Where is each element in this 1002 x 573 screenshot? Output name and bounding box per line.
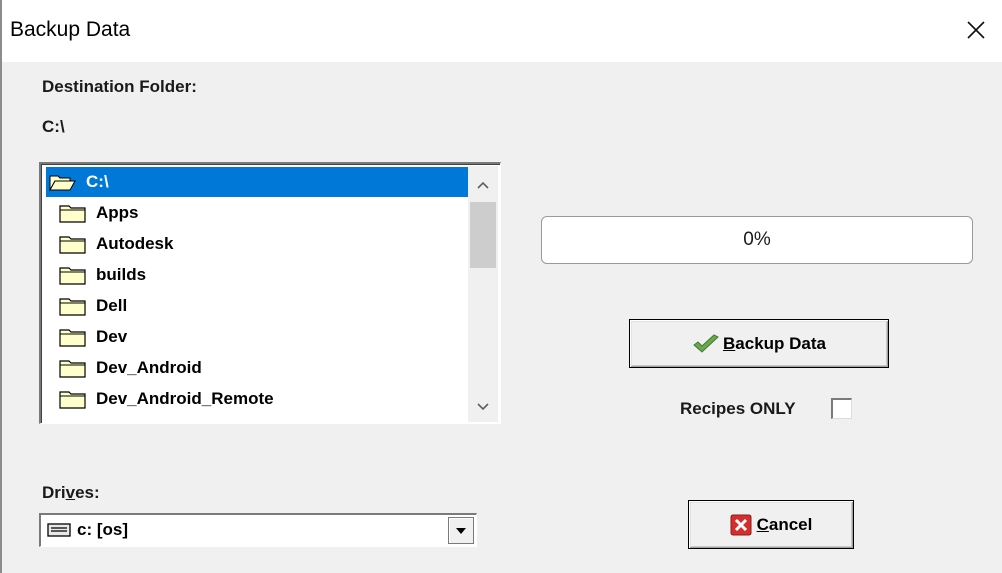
scroll-down-button[interactable] bbox=[468, 392, 498, 422]
drive-icon bbox=[47, 523, 71, 537]
recipes-only-checkbox[interactable] bbox=[831, 398, 852, 419]
drives-label: Drives: bbox=[42, 483, 100, 502]
chevron-up-icon bbox=[477, 181, 489, 189]
destination-path: C:\ bbox=[42, 117, 65, 136]
folder-icon bbox=[59, 329, 86, 347]
open-folder-icon bbox=[49, 175, 76, 192]
scroll-up-button[interactable] bbox=[468, 170, 498, 200]
list-item[interactable]: Autodesk bbox=[46, 229, 470, 259]
scroll-thumb[interactable] bbox=[470, 202, 496, 268]
cancel-button[interactable]: Cancel bbox=[688, 500, 854, 549]
list-item[interactable]: Dev bbox=[46, 322, 470, 352]
folder-icon bbox=[59, 205, 86, 223]
backup-data-dialog: Backup Data Destination Folder: C:\ C:\ … bbox=[0, 0, 1002, 573]
list-item[interactable]: Apps bbox=[46, 198, 470, 228]
folder-icon bbox=[59, 236, 86, 254]
list-item[interactable]: builds bbox=[46, 260, 470, 290]
list-item-label: Apps bbox=[96, 203, 139, 222]
list-item-label: builds bbox=[96, 265, 147, 284]
folder-icon bbox=[59, 360, 86, 378]
cancel-label: Cancel bbox=[756, 514, 813, 534]
title-bar: Backup Data bbox=[2, 0, 1002, 62]
progress-display: 0% bbox=[541, 216, 973, 264]
chevron-down-icon bbox=[477, 403, 489, 411]
checkmark-icon bbox=[693, 333, 719, 353]
folder-icon bbox=[59, 391, 86, 409]
list-item[interactable]: Dev_Android_Remote bbox=[46, 384, 470, 414]
list-item-label: Autodesk bbox=[96, 234, 174, 253]
backup-data-label: Backup Data bbox=[723, 333, 826, 353]
window-title: Backup Data bbox=[10, 18, 131, 41]
destination-folder-label: Destination Folder: bbox=[42, 77, 197, 96]
progress-text: 0% bbox=[743, 229, 771, 250]
close-button[interactable] bbox=[954, 8, 998, 52]
vertical-scrollbar[interactable] bbox=[468, 166, 498, 422]
list-item[interactable]: Dev_Android bbox=[46, 353, 470, 383]
close-icon bbox=[967, 21, 985, 39]
list-item-label: Dev bbox=[96, 327, 128, 346]
recipes-only-label: Recipes ONLY bbox=[680, 399, 796, 418]
folder-listbox[interactable]: C:\ Apps Autodesk builds Dell Dev Dev_An… bbox=[39, 162, 501, 424]
backup-data-button[interactable]: Backup Data bbox=[629, 319, 889, 368]
drives-selected-text: c: [os] bbox=[77, 520, 128, 539]
drives-dropdown-button[interactable] bbox=[448, 517, 474, 544]
folder-icon bbox=[59, 298, 86, 316]
list-item-label: Dev_Android bbox=[96, 358, 202, 377]
list-item[interactable]: Dell bbox=[46, 291, 470, 321]
folder-icon bbox=[59, 267, 86, 285]
list-item-label: C:\ bbox=[86, 172, 109, 191]
list-item-root[interactable]: C:\ bbox=[46, 167, 470, 197]
list-item-label: Dell bbox=[96, 296, 128, 315]
drives-selected: c: [os] bbox=[47, 520, 128, 540]
dropdown-arrow-icon bbox=[456, 527, 466, 534]
drives-select[interactable]: c: [os] bbox=[39, 513, 477, 547]
red-x-icon bbox=[730, 514, 752, 535]
list-item-label: Dev_Android_Remote bbox=[96, 389, 274, 408]
